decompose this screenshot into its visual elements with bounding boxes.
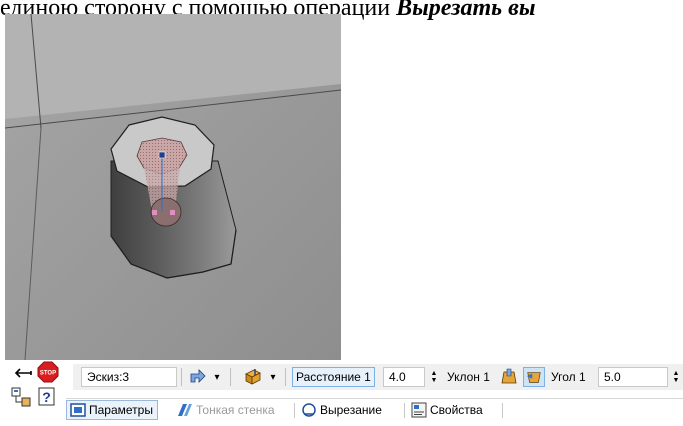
slope-outward-button[interactable] (523, 367, 545, 387)
parameters-icon (69, 401, 87, 419)
stop-button[interactable]: STOP (36, 360, 60, 384)
stop-icon: STOP (37, 361, 59, 383)
direction-dropdown[interactable]: ▾ (210, 367, 224, 387)
tab-separator (502, 403, 503, 418)
panel-left-tools: STOP ? (8, 360, 66, 410)
tab-properties[interactable]: Свойства (408, 400, 487, 420)
spin-down-icon: ▼ (430, 377, 438, 384)
direction-button[interactable] (185, 367, 209, 387)
distance-label[interactable]: Расстояние 1 (292, 367, 375, 387)
angle-spinner[interactable]: ▲ ▼ (670, 367, 682, 387)
properties-icon (410, 401, 428, 419)
tab-separator (294, 403, 295, 418)
back-button[interactable] (12, 363, 32, 383)
document-text-emphasis: Вырезать вы (396, 0, 536, 21)
tab-separator (404, 403, 405, 418)
sketch-field[interactable]: Эскиз:3 (81, 367, 177, 387)
stop-icon-label: STOP (40, 371, 56, 377)
toolbar-separator (285, 368, 286, 386)
spin-down-icon: ▼ (672, 377, 680, 384)
tab-properties-label: Свойства (430, 403, 483, 417)
sketch-handle-left[interactable] (152, 210, 157, 215)
tree-icon (11, 387, 31, 407)
help-glyph: ? (42, 389, 51, 405)
slope-inward-button[interactable] (498, 367, 520, 387)
panel-tabs: Параметры Тонкая стенка Вырезание Свойст… (66, 398, 683, 423)
tab-parameters[interactable]: Параметры (66, 400, 158, 420)
tab-thin-wall-label: Тонкая стенка (196, 403, 275, 417)
sketch-origin-marker[interactable] (158, 151, 166, 159)
spin-up-icon: ▲ (430, 370, 438, 377)
tab-parameters-label: Параметры (89, 403, 153, 417)
extrusion-type-icon (245, 369, 261, 385)
slope-inward-icon (501, 368, 517, 384)
help-icon: ? (38, 387, 55, 406)
distance-input[interactable]: 4.0 (383, 367, 425, 387)
toolbar-separator (230, 368, 231, 386)
angle-label: Угол 1 (551, 370, 586, 384)
operation-toolbar: Эскиз:3 ▾ ▾ Расстояние 1 4.0 ▲ ▼ Уклон 1 (73, 364, 683, 390)
arrow-left-icon (14, 368, 32, 378)
tab-cut[interactable]: Вырезание (298, 400, 386, 420)
properties-panel: STOP ? Эскиз:3 ▾ ▾ Расстояние 1 4.0 ▲ ▼ … (0, 360, 683, 426)
distance-spinner[interactable]: ▲ ▼ (428, 367, 440, 387)
tab-thin-wall[interactable]: Тонкая стенка (174, 400, 279, 420)
tab-cut-label: Вырезание (320, 403, 382, 417)
3d-viewport[interactable] (5, 14, 341, 360)
spin-up-icon: ▲ (672, 370, 680, 377)
help-button[interactable]: ? (36, 386, 58, 408)
extrusion-type-button[interactable] (241, 367, 265, 387)
slope-outward-icon (526, 372, 541, 383)
3d-model-view[interactable] (5, 14, 341, 360)
direction-icon (190, 369, 206, 383)
toolbar-separator (181, 368, 182, 386)
chevron-down-icon: ▾ (214, 371, 220, 383)
angle-input[interactable]: 5.0 (598, 367, 668, 387)
chevron-down-icon: ▾ (270, 371, 276, 383)
tree-button[interactable] (10, 386, 32, 408)
slope-label: Уклон 1 (447, 370, 490, 384)
extrusion-type-dropdown[interactable]: ▾ (266, 367, 280, 387)
cut-icon (300, 401, 318, 419)
sketch-handle-right[interactable] (170, 210, 175, 215)
thin-wall-icon (176, 401, 194, 419)
